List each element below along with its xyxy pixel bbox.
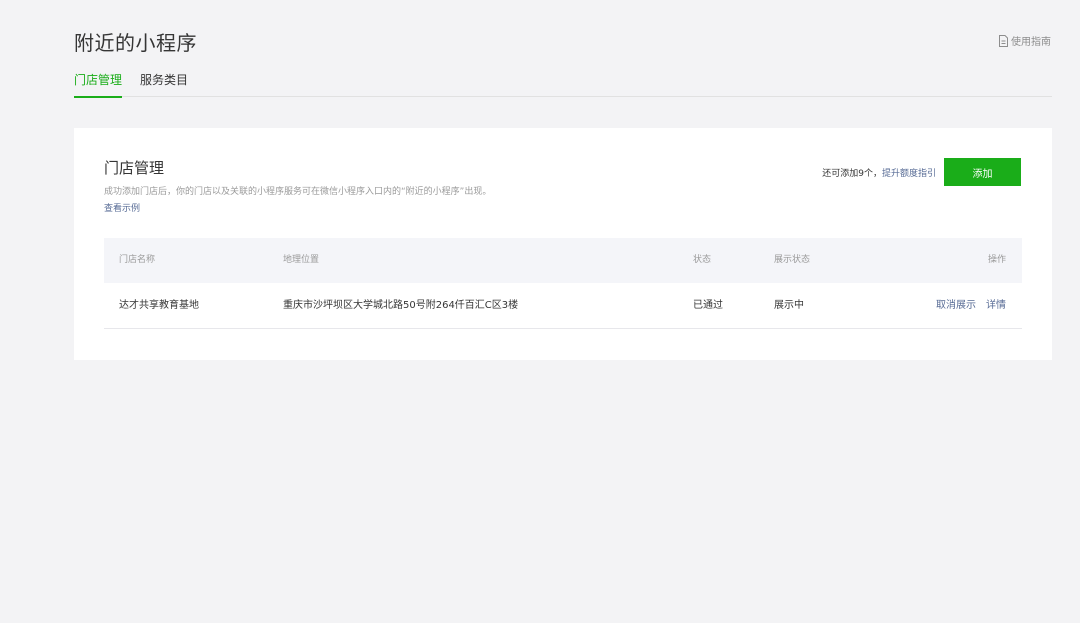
tab-service-category[interactable]: 服务类目 bbox=[140, 72, 188, 97]
page-title: 附近的小程序 bbox=[74, 31, 197, 55]
table-header: 门店名称 地理位置 状态 展示状态 操作 bbox=[104, 238, 1022, 283]
column-header-status: 状态 bbox=[693, 255, 712, 265]
column-header-location: 地理位置 bbox=[283, 255, 320, 265]
row-actions: 取消展示 详情 bbox=[936, 283, 1006, 328]
details-link[interactable]: 详情 bbox=[986, 300, 1006, 311]
quota-text: 还可添加9个， bbox=[822, 169, 882, 179]
column-header-display-status: 展示状态 bbox=[774, 255, 811, 265]
tab-store-management[interactable]: 门店管理 bbox=[74, 72, 123, 98]
guide-label: 使用指南 bbox=[1011, 37, 1051, 48]
view-example-link[interactable]: 查看示例 bbox=[104, 201, 140, 214]
store-table: 门店名称 地理位置 状态 展示状态 操作 达才共享教育基地 重庆市沙坪坝区大学城… bbox=[104, 238, 1022, 329]
store-address: 重庆市沙坪坝区大学城北路50号附264仟百汇C区3楼 bbox=[283, 300, 519, 311]
quota-info: 还可添加9个，提升额度指引 bbox=[822, 166, 936, 179]
guide-link[interactable]: 使用指南 bbox=[998, 33, 1051, 48]
add-store-button[interactable]: 添加 bbox=[944, 158, 1021, 186]
card-description: 成功添加门店后，你的门店以及关联的小程序服务可在微信小程序入口内的“附近的小程序… bbox=[104, 187, 492, 197]
store-display-status: 展示中 bbox=[774, 300, 804, 311]
document-icon bbox=[998, 34, 1009, 47]
store-management-card: 门店管理 成功添加门店后，你的门店以及关联的小程序服务可在微信小程序入口内的“附… bbox=[74, 128, 1052, 360]
quota-guide-link[interactable]: 提升额度指引 bbox=[882, 169, 936, 179]
card-title: 门店管理 bbox=[104, 159, 165, 177]
tab-bar: 门店管理 服务类目 bbox=[74, 72, 1052, 98]
column-header-name: 门店名称 bbox=[119, 255, 156, 265]
cancel-display-link[interactable]: 取消展示 bbox=[936, 300, 976, 311]
page-header: 附近的小程序 bbox=[74, 27, 197, 56]
table-row: 达才共享教育基地 重庆市沙坪坝区大学城北路50号附264仟百汇C区3楼 已通过 … bbox=[104, 283, 1022, 329]
store-status: 已通过 bbox=[693, 300, 723, 311]
column-header-actions: 操作 bbox=[987, 255, 1006, 265]
store-name: 达才共享教育基地 bbox=[119, 300, 199, 311]
